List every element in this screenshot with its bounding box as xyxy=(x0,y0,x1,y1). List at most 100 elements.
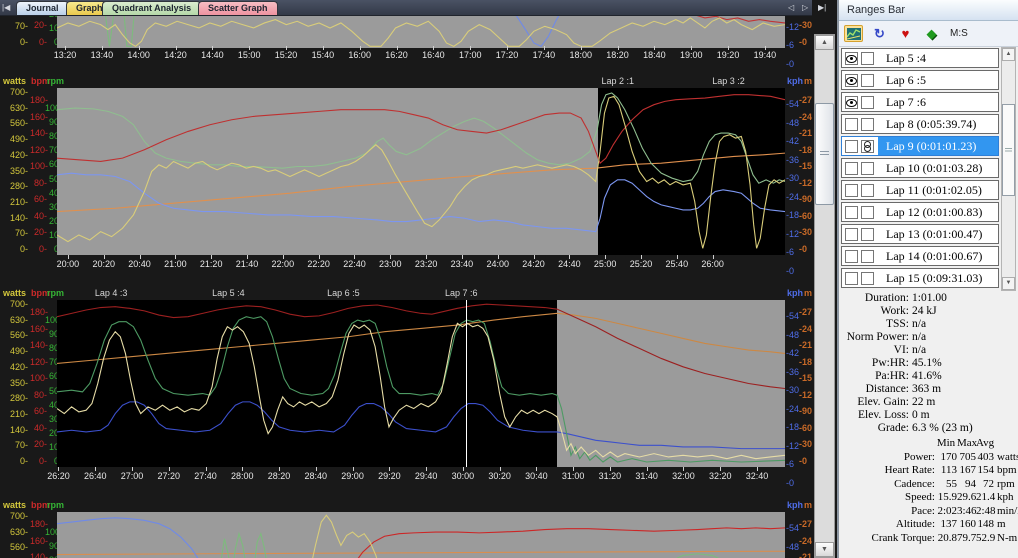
time-label: 30:00 xyxy=(452,471,475,481)
plot-s3[interactable] xyxy=(57,300,785,467)
lap-list-scrollbar[interactable]: ▲ ▼ xyxy=(1001,47,1016,291)
tab-scatter-graph[interactable]: Scatter Graph xyxy=(198,1,278,15)
plot-s4[interactable] xyxy=(57,512,785,558)
lap-link-checkbox[interactable] xyxy=(861,74,874,87)
lap-row[interactable]: Lap 5 :4 xyxy=(841,48,999,68)
series-plot-s4 xyxy=(57,512,785,558)
chart-area[interactable]: wattsbpmrpmkphm700-630-560-490-420-350-2… xyxy=(0,0,812,558)
refresh-icon[interactable]: ↻ xyxy=(870,25,889,42)
stat-value: 45.1% xyxy=(909,357,942,370)
time-label: 23:40 xyxy=(451,259,474,269)
app-window: wattsbpmrpmkphm700-630-560-490-420-350-2… xyxy=(0,0,1018,558)
tab-nav-last-icon[interactable]: ▶| xyxy=(818,2,826,13)
lap-row[interactable]: Lap 11 (0:01:02.05) xyxy=(841,180,999,200)
lap-row[interactable]: Lap 10 (0:01:03.28) xyxy=(841,158,999,178)
kph-axis-label: -54 xyxy=(786,312,799,321)
watts-axis-label: 0- xyxy=(0,245,28,254)
time-label: 24:40 xyxy=(558,259,581,269)
lap-link-checkbox[interactable] xyxy=(861,96,874,109)
minmax-label: Power: xyxy=(839,451,935,465)
time-label: 31:20 xyxy=(599,471,622,481)
heart-icon[interactable]: ♥ xyxy=(896,25,915,42)
lap-label: Lap 6 :5 xyxy=(878,71,998,89)
lap-row[interactable]: Lap 8 (0:05:39.74) xyxy=(841,114,999,134)
minmax-row: Cadence:559472rpm xyxy=(839,478,1018,492)
tab-journal[interactable]: Journal xyxy=(16,1,69,15)
tab-nav-first-icon[interactable]: |◀ xyxy=(2,2,10,13)
kph-axis-label: -12 xyxy=(786,23,799,32)
ranges-bar-title: Ranges Bar xyxy=(839,0,1018,21)
minmax-label: Crank Torque: xyxy=(839,532,935,546)
lap-row[interactable]: Lap 6 :5 xyxy=(841,70,999,90)
lap-link-checkbox[interactable] xyxy=(861,118,874,131)
minmax-avg: 52.9 xyxy=(976,532,994,546)
graph-display-icon[interactable] xyxy=(844,25,863,42)
series-heart_rate xyxy=(57,304,785,388)
lap-visible-checkbox[interactable] xyxy=(845,272,858,285)
lap-link-checkbox[interactable] xyxy=(861,162,874,175)
lap-link-checkbox[interactable] xyxy=(861,272,874,285)
lap-link-checkbox[interactable] xyxy=(861,184,874,197)
lap-link-checkbox[interactable] xyxy=(861,52,874,65)
watts-axis-label: 630- xyxy=(0,528,28,537)
lap-visible-checkbox[interactable] xyxy=(845,184,858,197)
lap-row[interactable]: Lap 12 (0:01:00.83) xyxy=(841,202,999,222)
watts-axis-label: 490- xyxy=(0,347,28,356)
stat-value: n/a xyxy=(909,318,926,331)
lap-visible-checkbox[interactable] xyxy=(845,96,858,109)
lap-visible-checkbox[interactable] xyxy=(845,118,858,131)
minmax-max: 94 xyxy=(957,478,976,492)
lap-link-checkbox[interactable] xyxy=(861,250,874,263)
ranges-bar-toolbar: ↻ ♥ ◆ M:S xyxy=(839,21,1018,47)
kph-axis-label: -24 xyxy=(786,405,799,414)
lap-label: Lap 10 (0:01:03.28) xyxy=(878,159,998,177)
lap-visible-checkbox[interactable] xyxy=(845,250,858,263)
kph-axis-label: -42 xyxy=(786,137,799,146)
watts-axis-label: 70- xyxy=(0,22,28,31)
watts-axis-label: 0- xyxy=(0,457,28,466)
time-label: 29:20 xyxy=(378,471,401,481)
minmax-max: 79.7 xyxy=(957,532,976,546)
lap-list-scrollbar-thumb[interactable] xyxy=(1002,104,1015,196)
lap-row[interactable]: Lap 14 (0:01:00.67) xyxy=(841,246,999,266)
chart-scroll-down-icon[interactable]: ▼ xyxy=(815,542,834,557)
time-label: 20:20 xyxy=(92,259,115,269)
lap-row[interactable]: Lap 15 (0:09:31.03) xyxy=(841,268,999,288)
time-label: 27:20 xyxy=(157,471,180,481)
plot-s2[interactable] xyxy=(57,88,785,255)
lap-visible-checkbox[interactable] xyxy=(845,52,858,65)
tab-quadrant-analysis[interactable]: Quadrant Analysis xyxy=(102,1,201,15)
watts-axis-label: 0- xyxy=(0,38,28,47)
lap-visible-checkbox[interactable] xyxy=(845,206,858,219)
lap-link-checkbox[interactable] xyxy=(861,228,874,241)
time-label: 22:00 xyxy=(272,259,295,269)
lap-row[interactable]: Lap 7 :6 xyxy=(841,92,999,112)
tab-nav-prev-icon[interactable]: ◁ xyxy=(788,2,794,13)
lap-list-scroll-down-icon[interactable]: ▼ xyxy=(1002,277,1015,290)
time-label: 23:00 xyxy=(379,259,402,269)
lap-link-checkbox[interactable] xyxy=(861,140,874,153)
chart-scrollbar-thumb[interactable] xyxy=(815,103,834,205)
chart-cursor[interactable] xyxy=(466,300,467,467)
kph-axis-label: -6 xyxy=(786,248,794,257)
tab-nav-next-icon[interactable]: ▷ xyxy=(802,2,808,13)
m-axis-label: -180 xyxy=(799,146,812,155)
lap-list-scroll-up-icon[interactable]: ▲ xyxy=(1002,48,1015,61)
lap-link-checkbox[interactable] xyxy=(861,206,874,219)
chart-scrollbar[interactable]: ▲ ▼ xyxy=(814,34,835,558)
minmax-label: Heart Rate: xyxy=(839,464,935,478)
minmax-min: 137 xyxy=(935,518,957,532)
time-label: 25:00 xyxy=(594,259,617,269)
kph-axis-label: -0 xyxy=(786,479,794,488)
diamond-icon[interactable]: ◆ xyxy=(922,25,941,42)
lap-row[interactable]: Lap 9 (0:01:01.23) xyxy=(841,136,999,156)
minmax-min: 170 xyxy=(935,451,957,465)
chart-scroll-up-icon[interactable]: ▲ xyxy=(815,35,834,50)
lap-visible-checkbox[interactable] xyxy=(845,228,858,241)
lap-visible-checkbox[interactable] xyxy=(845,74,858,87)
time-label: 16:00 xyxy=(348,50,371,60)
time-label: 24:00 xyxy=(486,259,509,269)
lap-visible-checkbox[interactable] xyxy=(845,162,858,175)
lap-visible-checkbox[interactable] xyxy=(845,140,858,153)
lap-row[interactable]: Lap 13 (0:01:00.47) xyxy=(841,224,999,244)
